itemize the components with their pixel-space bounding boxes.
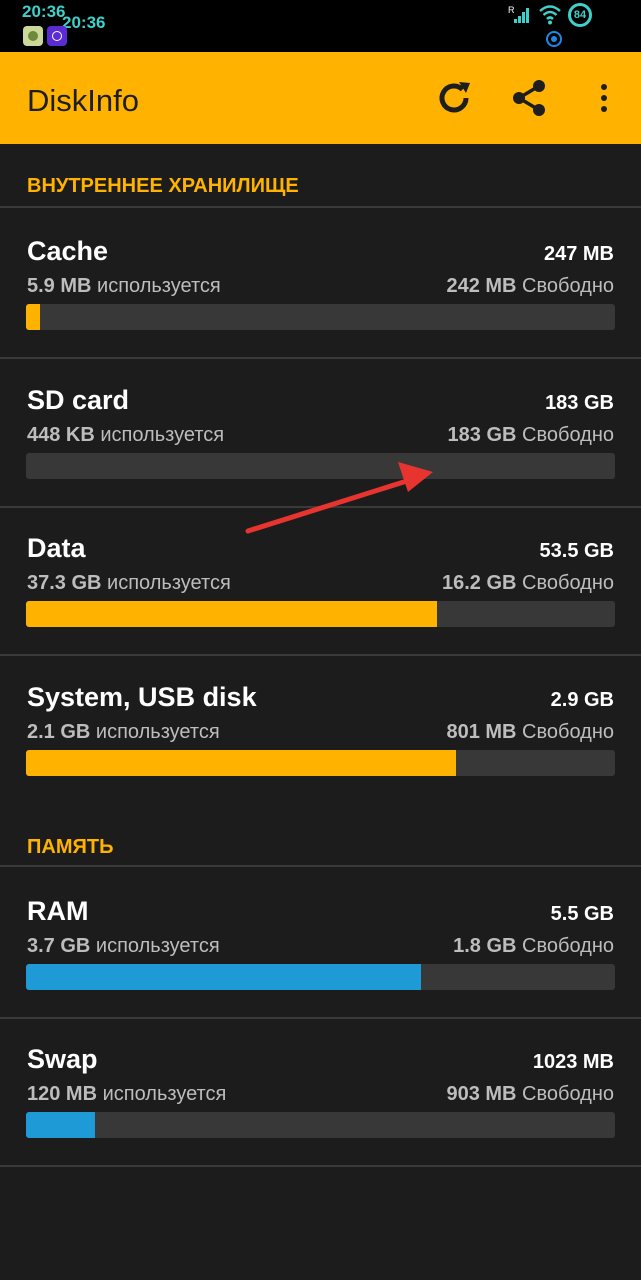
used-value: 120 MB xyxy=(27,1083,98,1105)
notification-app-icon-2 xyxy=(47,26,67,46)
section-header-internal-storage: ВНУТРЕННЕЕ ХРАНИЛИЩЕ xyxy=(27,175,299,197)
item-used: 5.9 MB используется xyxy=(27,275,221,298)
app-bar: DiskInfo xyxy=(0,52,641,144)
item-used: 3.7 GB используется xyxy=(27,935,220,958)
item-name: Cache xyxy=(27,236,109,266)
item-name: Data xyxy=(27,533,86,563)
location-icon xyxy=(546,31,562,47)
notification-app-icon xyxy=(23,26,43,46)
item-free: 16.2 GB Свободно xyxy=(442,572,614,595)
usage-bar xyxy=(26,601,615,627)
usage-bar xyxy=(26,750,615,776)
item-free: 903 MB Свободно xyxy=(446,1083,614,1106)
more-vert-icon xyxy=(601,84,607,112)
item-used: 2.1 GB используется xyxy=(27,721,220,744)
free-value: 801 MB xyxy=(446,721,517,743)
item-total: 183 GB xyxy=(545,392,614,414)
app-title: DiskInfo xyxy=(27,83,139,118)
item-total: 2.9 GB xyxy=(550,689,614,711)
item-used: 448 KB используется xyxy=(27,424,224,447)
free-label: Свободно xyxy=(522,721,614,743)
item-name: RAM xyxy=(27,896,89,926)
used-value: 2.1 GB xyxy=(27,721,91,743)
memory-item-swap[interactable]: Swap 1023 MB 120 MB используется 903 MB … xyxy=(0,1018,641,1166)
free-value: 1.8 GB xyxy=(453,935,517,957)
divider xyxy=(0,206,641,208)
storage-item-cache[interactable]: Cache 247 MB 5.9 MB используется 242 MB … xyxy=(0,210,641,358)
free-value: 242 MB xyxy=(446,275,517,297)
free-value: 903 MB xyxy=(446,1083,517,1105)
used-value: 5.9 MB xyxy=(27,275,92,297)
refresh-icon xyxy=(439,82,470,113)
battery-icon: 84 xyxy=(568,3,592,27)
storage-item-sd-card[interactable]: SD card 183 GB 448 KB используется 183 G… xyxy=(0,359,641,507)
share-icon xyxy=(513,80,545,116)
free-label: Свободно xyxy=(522,935,614,957)
more-options-button[interactable] xyxy=(578,72,630,124)
free-label: Свободно xyxy=(522,572,614,594)
free-label: Свободно xyxy=(522,1083,614,1105)
signal-label: R xyxy=(508,5,515,15)
signal-icon: R xyxy=(508,5,529,23)
usage-bar-fill xyxy=(26,304,41,330)
wifi-icon xyxy=(539,5,561,25)
used-value: 37.3 GB xyxy=(27,572,102,594)
free-value: 183 GB xyxy=(447,424,517,446)
usage-bar xyxy=(26,304,615,330)
used-label: используется xyxy=(95,935,220,957)
item-total: 53.5 GB xyxy=(539,540,614,562)
item-name: Swap xyxy=(27,1044,98,1074)
usage-bar xyxy=(26,1112,615,1138)
usage-bar-fill xyxy=(26,601,437,627)
item-free: 1.8 GB Свободно xyxy=(453,935,614,958)
item-free: 183 GB Свободно xyxy=(448,424,614,447)
item-total: 1023 MB xyxy=(532,1051,614,1073)
item-total: 247 MB xyxy=(543,243,614,265)
item-used: 37.3 GB используется xyxy=(27,572,231,595)
item-free: 801 MB Свободно xyxy=(446,721,614,744)
usage-bar xyxy=(26,964,615,990)
used-value: 448 KB xyxy=(27,424,95,446)
usage-bar-fill xyxy=(26,1112,95,1138)
free-value: 16.2 GB xyxy=(442,572,517,594)
item-name: SD card xyxy=(27,385,130,415)
item-free: 242 MB Свободно xyxy=(446,275,614,298)
status-bar: 20:36 20:36 R 84 xyxy=(0,0,641,52)
divider xyxy=(0,865,641,867)
storage-item-system-usb[interactable]: System, USB disk 2.9 GB 2.1 GB используе… xyxy=(0,656,641,804)
refresh-button[interactable] xyxy=(428,72,480,124)
share-button[interactable] xyxy=(503,72,555,124)
usage-bar-fill xyxy=(26,750,456,776)
status-time: 20:36 xyxy=(22,2,66,21)
usage-bar xyxy=(26,453,615,479)
free-label: Свободно xyxy=(522,424,614,446)
used-label: используется xyxy=(102,1083,227,1105)
item-name: System, USB disk xyxy=(27,682,257,712)
section-header-memory: ПАМЯТЬ xyxy=(27,836,114,858)
used-label: используется xyxy=(97,275,221,297)
usage-bar-fill xyxy=(26,964,421,990)
storage-item-data[interactable]: Data 53.5 GB 37.3 GB используется 16.2 G… xyxy=(0,507,641,655)
memory-item-ram[interactable]: RAM 5.5 GB 3.7 GB используется 1.8 GB Св… xyxy=(0,870,641,1018)
item-total: 5.5 GB xyxy=(550,903,614,925)
status-time-secondary: 20:36 xyxy=(62,13,106,32)
used-label: используется xyxy=(107,572,231,594)
free-label: Свободно xyxy=(522,275,614,297)
item-used: 120 MB используется xyxy=(27,1083,226,1106)
used-label: используется xyxy=(95,721,220,743)
used-label: используется xyxy=(100,424,225,446)
divider xyxy=(0,1165,641,1167)
used-value: 3.7 GB xyxy=(27,935,91,957)
